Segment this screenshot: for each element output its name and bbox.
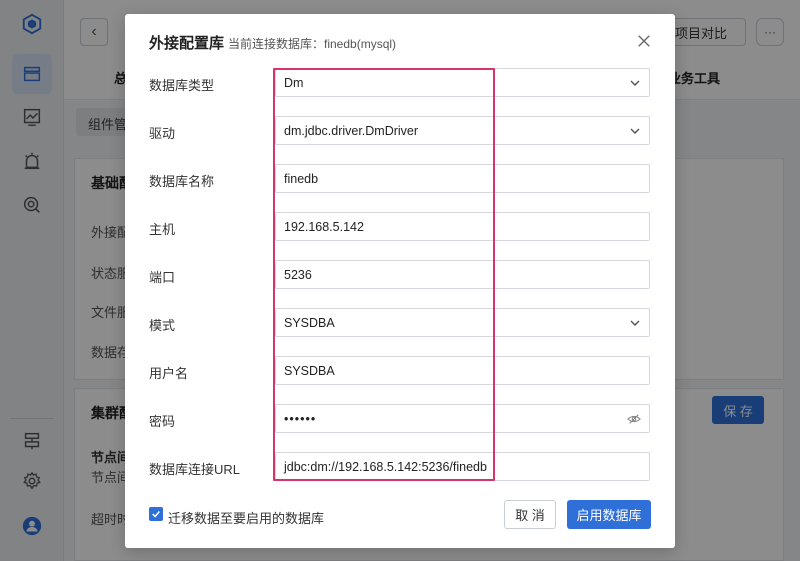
url-label: 数据库连接URL xyxy=(149,462,241,477)
db-name-value: finedb xyxy=(284,172,319,186)
username-value: SYSDBA xyxy=(284,364,335,378)
eye-hidden-icon[interactable] xyxy=(627,412,641,426)
password-value: •••••• xyxy=(284,412,317,426)
url-value: jdbc:dm://192.168.5.142:5236/finedb xyxy=(284,460,487,474)
close-icon[interactable] xyxy=(633,30,655,52)
db-type-label: 数据库类型 xyxy=(149,78,215,93)
db-name-label: 数据库名称 xyxy=(149,174,215,189)
check-icon xyxy=(152,511,160,518)
schema-value: SYSDBA xyxy=(284,316,335,330)
url-input[interactable]: jdbc:dm://192.168.5.142:5236/finedb xyxy=(275,452,650,481)
migrate-checkbox[interactable] xyxy=(149,507,163,521)
host-input[interactable]: 192.168.5.142 xyxy=(275,212,650,241)
host-label: 主机 xyxy=(149,222,176,237)
username-label: 用户名 xyxy=(149,366,189,381)
chevron-down-icon xyxy=(630,320,640,326)
db-type-select[interactable]: Dm xyxy=(275,68,650,97)
password-input[interactable]: •••••• xyxy=(275,404,650,433)
dialog-subtitle: 当前连接数据库：finedb(mysql) xyxy=(228,37,397,51)
port-input[interactable]: 5236 xyxy=(275,260,650,289)
external-db-dialog: 外接配置库 当前连接数据库：finedb(mysql) 数据库类型 Dm 驱动 … xyxy=(125,14,675,548)
schema-select[interactable]: SYSDBA xyxy=(275,308,650,337)
chevron-down-icon xyxy=(630,128,640,134)
schema-label: 模式 xyxy=(149,318,176,333)
cancel-button[interactable]: 取 消 xyxy=(504,500,556,529)
password-label: 密码 xyxy=(149,414,176,429)
host-value: 192.168.5.142 xyxy=(284,220,364,234)
db-type-value: Dm xyxy=(284,76,304,90)
dialog-title: 外接配置库 xyxy=(149,35,225,52)
username-input[interactable]: SYSDBA xyxy=(275,356,650,385)
migrate-label[interactable]: 迁移数据至要启用的数据库 xyxy=(168,508,324,527)
port-value: 5236 xyxy=(284,268,312,282)
driver-select[interactable]: dm.jdbc.driver.DmDriver xyxy=(275,116,650,145)
driver-value: dm.jdbc.driver.DmDriver xyxy=(284,124,419,138)
chevron-down-icon xyxy=(630,80,640,86)
port-label: 端口 xyxy=(149,270,176,285)
db-name-input[interactable]: finedb xyxy=(275,164,650,193)
driver-label: 驱动 xyxy=(149,126,176,141)
enable-database-button[interactable]: 启用数据库 xyxy=(567,500,651,529)
